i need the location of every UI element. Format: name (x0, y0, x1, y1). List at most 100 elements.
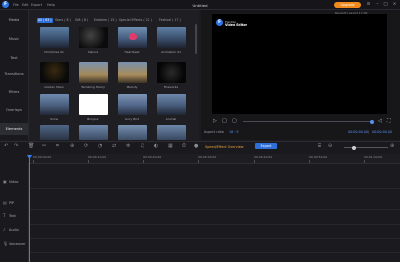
tab-special-effects[interactable]: Special Effects ( 21 ) (118, 18, 153, 23)
element-tile[interactable] (157, 27, 186, 48)
track-label: PIP (9, 201, 15, 205)
tab-stars[interactable]: Stars ( 8 ) (54, 18, 72, 23)
rotate-icon[interactable]: ⟳ (84, 143, 88, 149)
ruler-label: 00:01:00.00 (364, 155, 383, 159)
track-text[interactable] (28, 210, 400, 225)
crop-icon[interactable]: ⌗ (56, 143, 59, 149)
ruler-tick (88, 160, 89, 163)
aspect-ratio-select[interactable]: 16 : 9 (229, 130, 239, 134)
video-canvas[interactable] (212, 14, 387, 114)
element-tile[interactable] (40, 94, 69, 115)
element-tile[interactable] (79, 125, 108, 140)
mosaic-icon[interactable]: ▦ (168, 143, 173, 149)
track-audio[interactable] (28, 224, 400, 239)
split-icon[interactable]: ✂ (42, 143, 46, 149)
watermark-subtitle: Video Editor (225, 22, 248, 27)
heart-icon (129, 33, 137, 40)
tile-label: Ivory Bird (124, 117, 140, 121)
sidebar-item-filters[interactable]: Filters (0, 86, 28, 98)
ruler-tick (254, 160, 255, 163)
edit-toolbar (0, 141, 400, 155)
timeline-zoom-slider[interactable] (344, 147, 388, 148)
track-voiceover[interactable] (28, 238, 400, 253)
sidebar-item-transitions[interactable]: Transitions (0, 68, 28, 80)
tab-gift[interactable]: Gift ( 8 ) (74, 18, 89, 23)
stop-icon[interactable]: □ (222, 118, 227, 124)
tile-label: Animal (165, 117, 177, 121)
element-tile[interactable] (118, 27, 147, 48)
audio-detach-icon[interactable]: ♫ (140, 143, 144, 149)
playback-progress[interactable] (243, 121, 373, 122)
record-icon[interactable]: ● (194, 143, 198, 149)
zoom-icon[interactable]: ⊕ (70, 143, 74, 149)
speed-effect-overview-link[interactable]: Speed/Effect Overview (205, 145, 244, 149)
element-tile[interactable] (118, 94, 147, 115)
sidebar-item-overlays[interactable]: Overlays (0, 104, 28, 116)
ruler-label: 00:00:50.00 (309, 155, 328, 159)
tile-label: Twinkling Starry (81, 85, 105, 89)
color-icon[interactable]: ◐ (154, 143, 158, 149)
microphone-icon: 🎙 (3, 241, 9, 246)
sidebar-item-text[interactable]: Text (0, 52, 28, 64)
play-icon[interactable]: ▷ (213, 118, 217, 124)
ruler-label: 00:00:30.00 (198, 155, 217, 159)
upgrade-button[interactable]: Upgrade (334, 1, 361, 8)
tile-label: Fireworks (163, 85, 179, 89)
current-time: 00:00:00.00 (348, 130, 369, 134)
element-tile[interactable] (157, 62, 186, 83)
element-tile[interactable] (40, 62, 69, 83)
element-tile[interactable] (118, 62, 147, 83)
playhead[interactable] (29, 156, 30, 262)
sidebar-item-music[interactable]: Music (0, 33, 28, 45)
close-icon[interactable]: × (391, 1, 398, 8)
delete-icon[interactable]: 🗑 (28, 143, 34, 149)
ruler-tick (33, 160, 34, 163)
playback-scrubber[interactable] (370, 119, 374, 124)
fullscreen-icon[interactable]: ⛶ (387, 118, 391, 124)
camera-icon[interactable]: ⌸ (318, 143, 321, 149)
element-tile[interactable] (157, 125, 186, 140)
export-button[interactable]: Export (255, 143, 277, 149)
element-tile[interactable] (157, 94, 186, 115)
element-tile[interactable] (40, 125, 69, 140)
sidebar-item-media[interactable]: Media (0, 14, 28, 26)
undo-icon[interactable]: ↶ (4, 143, 8, 149)
track-label: Video (9, 180, 19, 184)
minimize-icon[interactable]: – (374, 1, 381, 8)
track-label: Audio (9, 228, 19, 232)
fullscreen-preview-icon[interactable]: ▢ (232, 118, 237, 124)
element-tile[interactable] (79, 94, 108, 115)
zoom-in-icon[interactable]: ⊕ (390, 143, 394, 149)
tile-label: Christmas 01 (44, 50, 64, 54)
speed-icon[interactable]: ◔ (98, 143, 102, 149)
menu-icon[interactable]: ≡ (365, 1, 372, 8)
element-tile[interactable] (40, 27, 69, 48)
freeze-icon[interactable]: ❄ (126, 143, 130, 149)
browser-scrollbar[interactable] (195, 24, 197, 54)
element-tile[interactable] (79, 62, 108, 83)
track-video[interactable] (28, 174, 400, 189)
redo-icon[interactable]: ↷ (14, 143, 18, 149)
reverse-icon[interactable]: ⇄ (112, 143, 116, 149)
sidebar-item-elements[interactable]: Elements (0, 123, 28, 135)
element-tile[interactable] (79, 27, 108, 48)
tile-label: Animation 01 (160, 50, 182, 54)
timeline-zoom-knob[interactable] (352, 145, 356, 150)
maximize-icon[interactable]: □ (382, 1, 389, 8)
track-pip[interactable] (28, 195, 400, 210)
text-icon: T (3, 213, 6, 218)
audio-icon: ♪ (3, 227, 6, 232)
zoom-out-icon[interactable]: ⊖ (328, 143, 332, 149)
duration-icon[interactable]: ⏱ (182, 143, 186, 149)
volume-icon[interactable]: ◁ (378, 118, 382, 124)
element-tile[interactable] (118, 125, 147, 140)
separator: / (368, 130, 370, 134)
tab-all[interactable]: All ( 63 ) (37, 18, 53, 23)
tile-label: Golden Stars (44, 85, 64, 89)
pip-icon: ▤ (3, 200, 7, 205)
tile-label: Melody (126, 85, 138, 89)
ruler-tick (309, 160, 310, 163)
tile-label: Heartbeat (124, 50, 140, 54)
tab-festival[interactable]: Festival ( 17 ) (158, 18, 182, 23)
tab-emblem[interactable]: Emblem ( 15 ) (93, 18, 118, 23)
